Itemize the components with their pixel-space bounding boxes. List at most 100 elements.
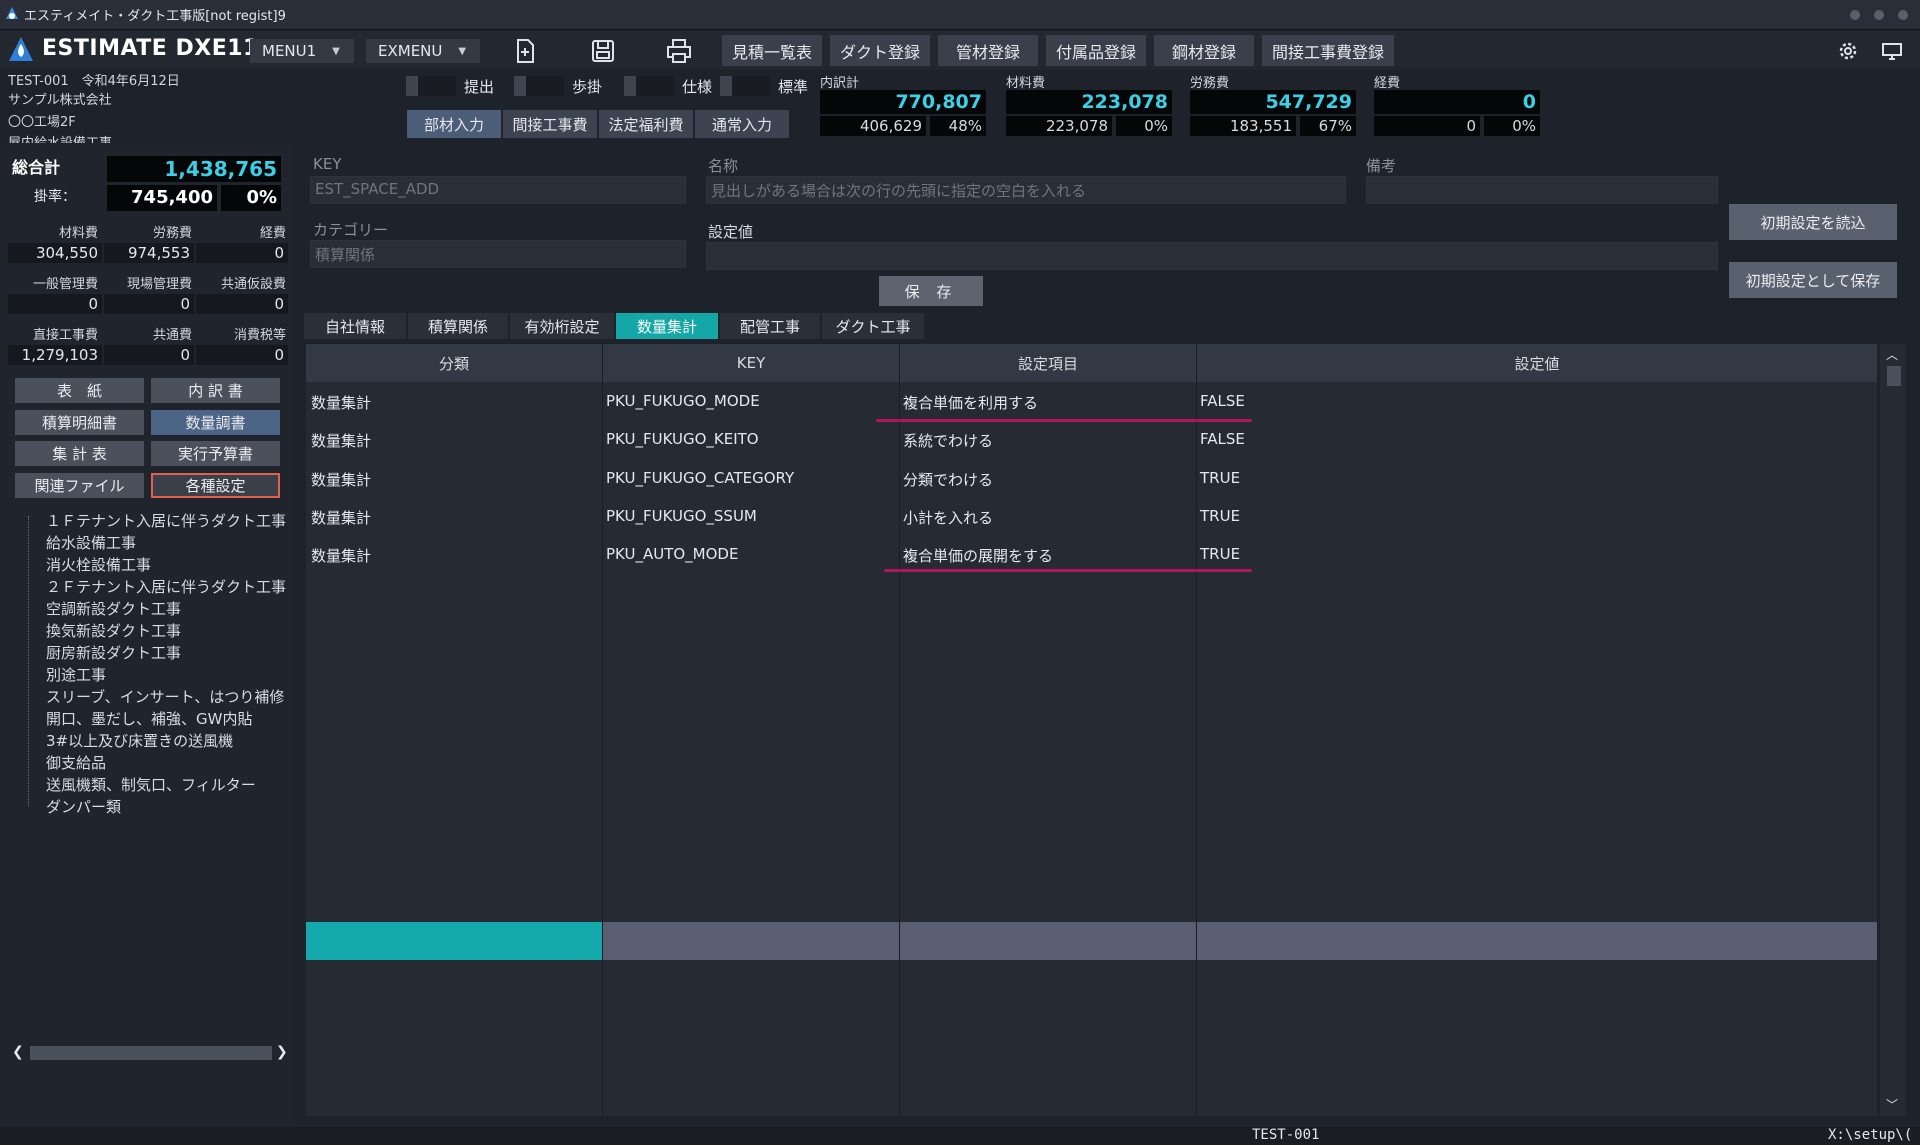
toggle-submit[interactable]: 提出 <box>406 76 494 96</box>
tab-estimate[interactable]: 積算関係 <box>408 313 508 339</box>
indirect-cost-register-button[interactable]: 間接工事費登録 <box>1262 35 1394 66</box>
steel-register-button[interactable]: 鋼材登録 <box>1154 35 1254 66</box>
cell-item: 複合単価を利用する <box>903 394 1039 412</box>
tree-item[interactable]: ２Ｆテナント入居に伴うダクト工事 <box>46 576 286 597</box>
zairyo-sub: 223,078 <box>1006 116 1112 136</box>
chevron-down-icon: ▼ <box>332 45 340 57</box>
table-row[interactable]: 数量集計 PKU_FUKUGO_CATEGORY 分類でわける TRUE <box>306 469 1877 497</box>
load-default-button[interactable]: 初期設定を読込 <box>1729 204 1897 240</box>
new-row-cell-category-selected[interactable] <box>306 922 602 960</box>
menu1-dropdown[interactable]: MENU1 ▼ <box>250 39 354 63</box>
cell-item: 複合単価の展開をする <box>903 547 1054 565</box>
value-label: 設定値 <box>708 223 754 241</box>
category-field[interactable]: 積算関係 <box>310 240 686 268</box>
tab-quantity-summary[interactable]: 数量集計 <box>616 313 718 339</box>
status-bar: TEST-001 X:\setup\( <box>0 1127 1920 1145</box>
grid-vscrollbar[interactable]: ︿ ﹀ <box>1880 344 1906 1116</box>
save-default-button[interactable]: 初期設定として保存 <box>1729 262 1897 298</box>
work-tree: １Ｆテナント入居に伴うダクト工事 給水設備工事 消火栓設備工事 ２Ｆテナント入居… <box>10 510 290 1050</box>
zairyo-pct: 0% <box>1116 116 1172 136</box>
toggle-rate[interactable]: 歩掛 <box>514 76 602 96</box>
exmenu-dropdown[interactable]: EXMENU ▼ <box>366 39 480 63</box>
mode-indirect-cost-button[interactable]: 間接工事費 <box>503 110 597 138</box>
nav-settings-button[interactable]: 各種設定 <box>151 473 280 498</box>
new-file-icon[interactable] <box>510 36 540 66</box>
nav-breakdown-button[interactable]: 内 訳 書 <box>151 378 280 403</box>
rate-value: 745,400 <box>107 185 217 211</box>
save-icon[interactable] <box>588 36 618 66</box>
tree-item[interactable]: ダンパー類 <box>46 796 121 817</box>
tab-piping[interactable]: 配管工事 <box>720 313 820 339</box>
new-row-cell-value[interactable] <box>1197 922 1877 960</box>
fittings-register-button[interactable]: 付属品登録 <box>1046 35 1146 66</box>
toggle-spec[interactable]: 仕様 <box>624 76 712 96</box>
chevron-up-icon[interactable]: ︿ <box>1886 346 1898 363</box>
tree-item[interactable]: 別途工事 <box>46 664 106 685</box>
tree-item[interactable]: 空調新設ダクト工事 <box>46 598 181 619</box>
col-header-key[interactable]: KEY <box>603 344 899 382</box>
estimate-list-button[interactable]: 見積一覧表 <box>722 35 822 66</box>
mode-normal-input-button[interactable]: 通常入力 <box>695 110 789 138</box>
tab-significant-digits[interactable]: 有効桁設定 <box>510 313 614 339</box>
general-admin-label: 一般管理費 <box>32 277 98 292</box>
tree-item[interactable]: 3#以上及び床置きの送風機 <box>46 730 233 751</box>
nav-quantity-button[interactable]: 数量調書 <box>151 410 280 435</box>
nav-summary-button[interactable]: 集 計 表 <box>15 441 144 466</box>
tree-item[interactable]: 御支給品 <box>46 752 106 773</box>
key-field[interactable]: EST_SPACE_ADD <box>310 176 686 204</box>
tree-item[interactable]: スリーブ、インサート、はつり補修 <box>46 686 284 707</box>
chevron-left-icon[interactable]: ❮ <box>12 1044 24 1060</box>
tree-item[interactable]: 送風機類、制気口、フィルター <box>46 774 256 795</box>
nav-cover-button[interactable]: 表 紙 <box>15 378 144 403</box>
nav-detail-button[interactable]: 積算明細書 <box>15 410 144 435</box>
save-button[interactable]: 保 存 <box>879 276 983 306</box>
mode-welfare-cost-button[interactable]: 法定福利費 <box>599 110 693 138</box>
tree-item[interactable]: 換気新設ダクト工事 <box>46 620 181 641</box>
table-row[interactable]: 数量集計 PKU_FUKUGO_SSUM 小計を入れる TRUE <box>306 507 1877 535</box>
table-row[interactable]: 数量集計 PKU_FUKUGO_MODE 複合単価を利用する FALSE <box>306 392 1877 420</box>
note-field[interactable] <box>1366 176 1718 204</box>
tree-item[interactable]: 消火栓設備工事 <box>46 554 151 575</box>
toggle-standard[interactable]: 標準 <box>720 76 808 96</box>
mode-parts-input-button[interactable]: 部材入力 <box>407 110 501 138</box>
rate-pct: 0% <box>221 185 281 211</box>
close-icon[interactable] <box>1898 10 1908 20</box>
table-row[interactable]: 数量集計 PKU_FUKUGO_KEITO 系統でわける FALSE <box>306 430 1877 458</box>
scroll-thumb[interactable] <box>30 1046 272 1060</box>
tree-item[interactable]: 厨房新設ダクト工事 <box>46 642 181 663</box>
value-field[interactable] <box>706 242 1718 270</box>
nav-budget-button[interactable]: 実行予算書 <box>151 441 280 466</box>
tab-company-info[interactable]: 自社情報 <box>304 313 406 339</box>
name-field[interactable]: 見出しがある場合は次の行の先頭に指定の空白を入れる <box>706 176 1346 204</box>
maximize-icon[interactable] <box>1874 10 1884 20</box>
col-header-item[interactable]: 設定項目 <box>900 344 1196 382</box>
display-icon[interactable] <box>1880 39 1904 63</box>
new-row-cell-key[interactable] <box>603 922 899 960</box>
print-icon[interactable] <box>664 36 694 66</box>
chevron-right-icon[interactable]: ❯ <box>276 1044 288 1060</box>
nav-related-files-button[interactable]: 関連ファイル <box>15 473 144 498</box>
cell-category: 数量集計 <box>311 509 372 527</box>
tree-item[interactable]: 開口、墨だし、補強、GW内貼 <box>46 708 252 729</box>
new-row-cell-item[interactable] <box>900 922 1196 960</box>
labor-cost-label: 労務費 <box>152 226 192 241</box>
tree-item[interactable]: １Ｆテナント入居に伴うダクト工事 <box>46 510 286 531</box>
scroll-thumb[interactable] <box>1887 366 1901 386</box>
project-site: 〇〇工場2F <box>8 115 76 130</box>
chevron-down-icon[interactable]: ﹀ <box>1886 1096 1898 1113</box>
common-temp-label: 共通仮設費 <box>220 277 286 292</box>
app-logo-icon <box>6 7 18 19</box>
tree-hscrollbar[interactable]: ❮ ❯ <box>10 1044 290 1062</box>
duct-register-button[interactable]: ダクト登録 <box>830 35 930 66</box>
keihi-sub: 0 <box>1374 116 1480 136</box>
col-header-value[interactable]: 設定値 <box>1197 344 1877 382</box>
pipe-register-button[interactable]: 管材登録 <box>938 35 1038 66</box>
minimize-icon[interactable] <box>1850 10 1860 20</box>
col-header-category[interactable]: 分類 <box>306 344 602 382</box>
tab-duct[interactable]: ダクト工事 <box>822 313 924 339</box>
cell-key: PKU_FUKUGO_SSUM <box>606 507 757 525</box>
cell-item: 小計を入れる <box>903 509 994 527</box>
chevron-down-icon: ▼ <box>458 45 467 57</box>
gear-icon[interactable] <box>1836 39 1860 63</box>
tree-item[interactable]: 給水設備工事 <box>46 532 136 553</box>
